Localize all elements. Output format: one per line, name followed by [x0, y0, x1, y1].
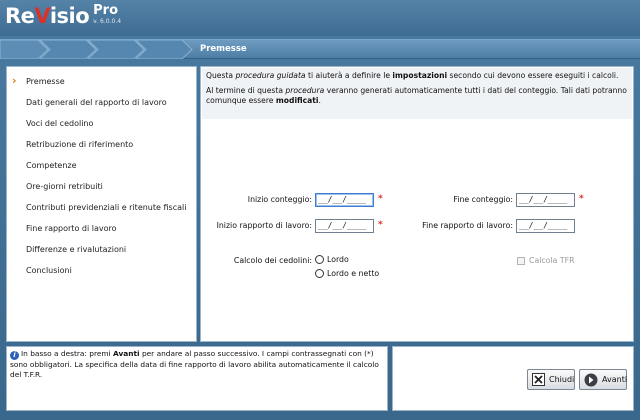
logo-wordmark: ReVisio [5, 4, 90, 28]
nav-item-fine-rapporto[interactable]: Fine rapporto di lavoro [7, 222, 196, 243]
app-version: v. 6.0.0.4 [93, 18, 122, 25]
button-panel: Chiudi Avanti [392, 346, 634, 411]
nav-item-competenze[interactable]: Competenze [7, 159, 196, 180]
required-mark: * [378, 220, 383, 230]
calcola-tfr-checkbox[interactable]: Calcola TFR [517, 256, 575, 265]
nav-item-ore-giorni[interactable]: Ore-giorni retribuiti [7, 180, 196, 201]
avanti-button[interactable]: Avanti [579, 369, 627, 390]
chiudi-button[interactable]: Chiudi [527, 369, 575, 390]
close-x-icon [532, 373, 545, 387]
fine-conteggio-label: Fine conteggio: [453, 195, 513, 204]
fine-rapporto-input[interactable]: __/__/____ [516, 219, 575, 233]
inizio-rapporto-label: Inizio rapporto di lavoro: [216, 221, 312, 230]
nav-item-retribuzione[interactable]: Retribuzione di riferimento [7, 138, 196, 159]
radio-lordo-netto[interactable]: Lordo e netto [315, 269, 379, 278]
arrow-right-icon [584, 373, 598, 387]
inizio-conteggio-input[interactable]: __/__/____ [315, 193, 374, 207]
fine-conteggio-input[interactable]: __/__/____ [516, 193, 575, 207]
calcolo-cedolini-label: Calcolo dei cedolini: [233, 256, 312, 265]
inizio-conteggio-label: Inizio conteggio: [247, 195, 312, 204]
current-step-arrow-icon: › [12, 74, 17, 87]
nav-item-conclusioni[interactable]: Conclusioni [7, 264, 196, 285]
intro-paragraph-1: Questa procedura guidata ti aiuterà a de… [206, 71, 619, 80]
radio-lordo[interactable]: Lordo [315, 255, 349, 264]
wizard-step-bar: Premesse [0, 39, 640, 59]
nav-item-voci-cedolino[interactable]: Voci del cedolino [7, 117, 196, 138]
steps-sidebar: › Premesse Dati generali del rapporto di … [6, 66, 197, 342]
header: ReVisio Pro v. 6.0.0.4 [0, 0, 640, 36]
radio-circle [315, 269, 324, 278]
nav-item-differenze[interactable]: Differenze e rivalutazioni [7, 243, 196, 264]
required-mark: * [579, 194, 584, 204]
current-step-title: Premesse [200, 44, 247, 54]
radio-circle [315, 255, 324, 264]
nav-item-dati-generali[interactable]: Dati generali del rapporto di lavoro [7, 96, 196, 117]
main-panel: Questa procedura guidata ti aiuterà a de… [200, 66, 634, 342]
nav-item-premesse[interactable]: › Premesse [7, 75, 196, 96]
intro-text: Questa procedura guidata ti aiuterà a de… [202, 68, 632, 119]
inizio-rapporto-input[interactable]: __/__/____ [315, 219, 374, 233]
nav-item-contributi[interactable]: Contributi previdenziali e ritenute fisc… [7, 201, 196, 222]
info-icon: i [10, 351, 19, 360]
revisio-logo: ReVisio Pro v. 6.0.0.4 [5, 3, 121, 33]
checkbox-box [517, 256, 525, 265]
help-box: i In basso a destra: premi Avanti per and… [6, 346, 388, 411]
app-window: ReVisio Pro v. 6.0.0.4 Premesse › Premess… [0, 0, 640, 420]
logo-pro: Pro [93, 3, 119, 18]
intro-paragraph-2: Al termine di questa procedura veranno g… [206, 85, 627, 106]
fine-rapporto-label: Fine rapporto di lavoro: [422, 221, 513, 230]
required-mark: * [378, 194, 383, 204]
step-chevrons-icon [0, 40, 193, 59]
